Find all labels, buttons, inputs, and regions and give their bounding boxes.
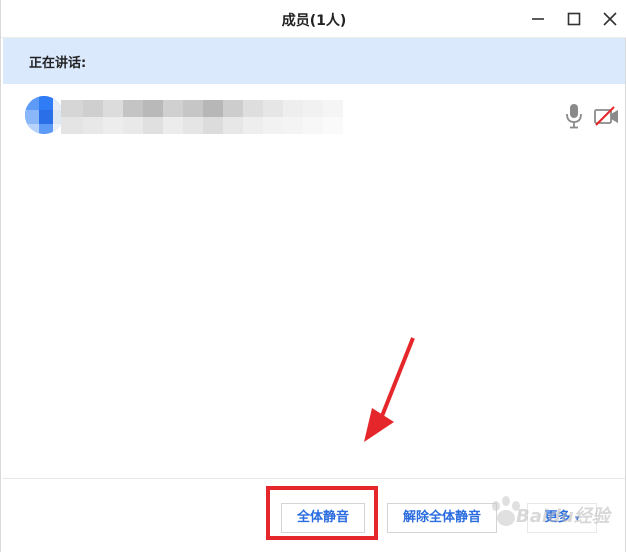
speaking-bar: 正在讲话: xyxy=(3,38,625,84)
minimize-icon xyxy=(532,18,544,20)
camera-off-icon[interactable] xyxy=(593,104,621,128)
mute-all-button[interactable]: 全体静音 xyxy=(281,503,365,533)
maximize-button[interactable] xyxy=(563,8,585,30)
title-bar: 成员(1人) xyxy=(1,0,626,38)
maximize-icon xyxy=(567,12,581,26)
chevron-down-icon: ▾ xyxy=(575,514,580,524)
member-row[interactable] xyxy=(3,92,625,142)
microphone-icon[interactable] xyxy=(563,102,585,130)
close-icon xyxy=(603,12,617,26)
avatar xyxy=(25,96,63,134)
more-button[interactable]: 更多 ▾ xyxy=(527,503,597,533)
more-label: 更多 xyxy=(544,510,571,525)
member-name-blurred xyxy=(61,100,343,134)
close-button[interactable] xyxy=(599,8,621,30)
member-list-area xyxy=(3,142,625,478)
unmute-all-button[interactable]: 解除全体静音 xyxy=(387,503,497,533)
speaking-label: 正在讲话: xyxy=(29,56,87,71)
members-window: 成员(1人) 正在讲话: 全体静音 解除全体静音 更多 ▾ xyxy=(0,0,626,552)
minimize-button[interactable] xyxy=(527,8,549,30)
footer-toolbar: 全体静音 解除全体静音 更多 ▾ xyxy=(3,478,625,552)
